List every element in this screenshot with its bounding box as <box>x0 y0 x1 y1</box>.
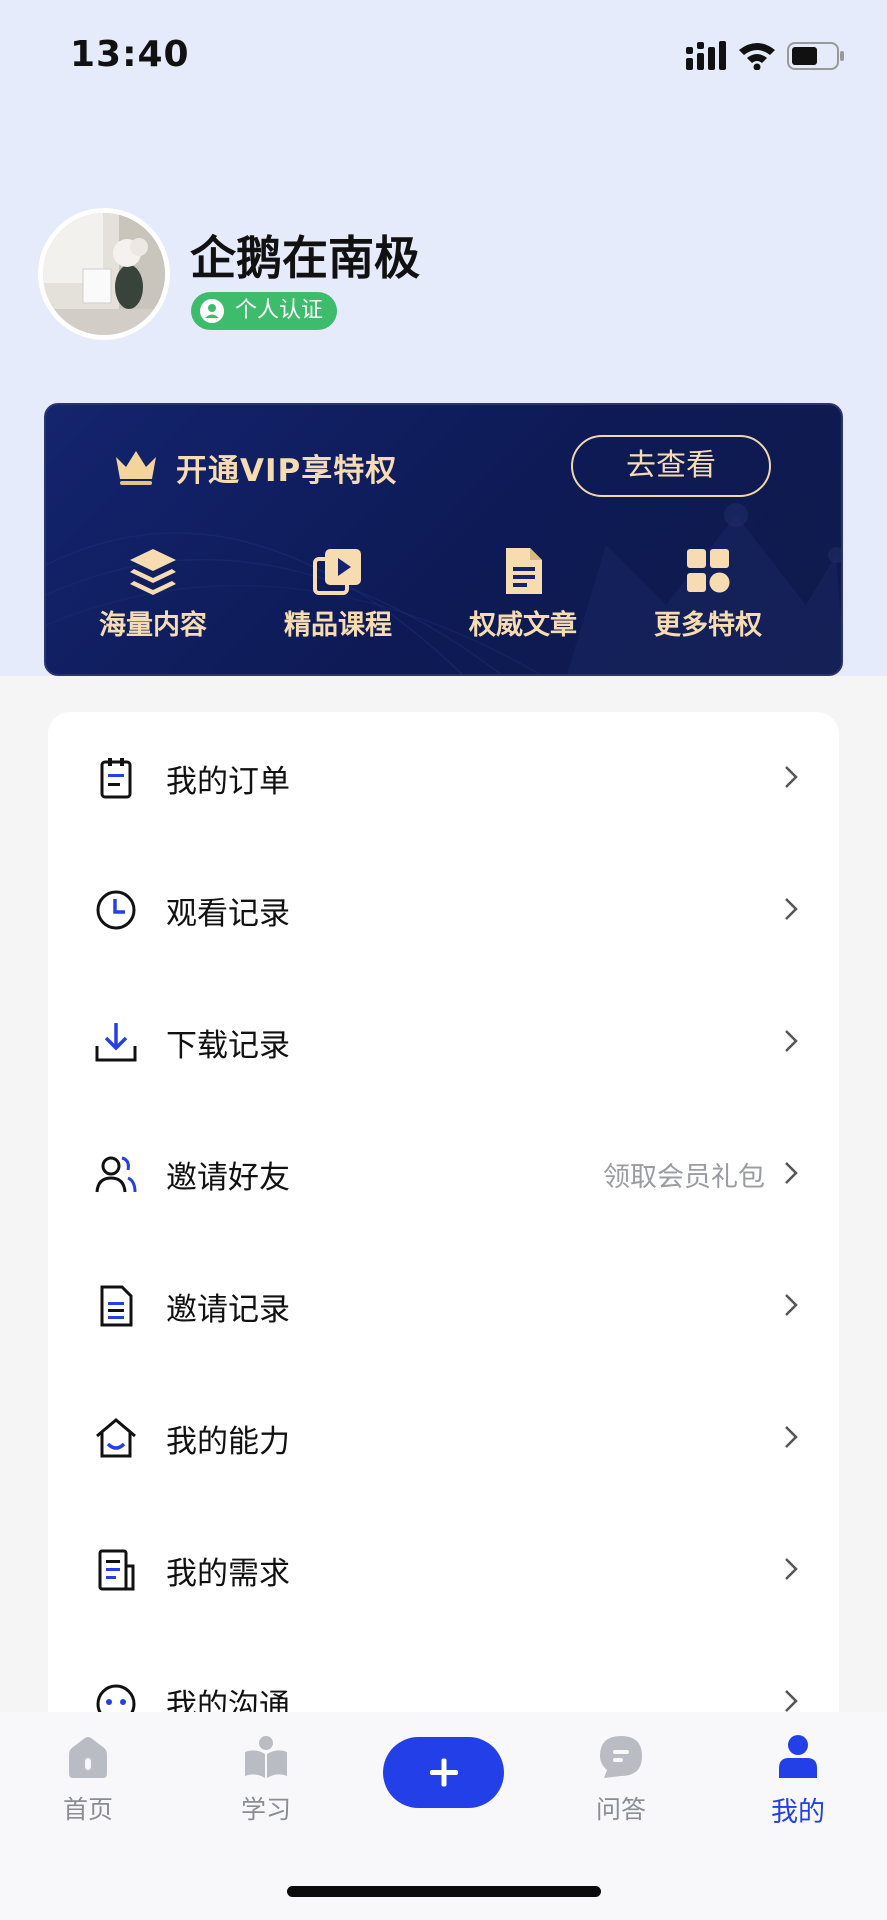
perk-label: 海量内容 <box>99 610 207 641</box>
menu-item-communication[interactable]: 我的沟通 <box>48 1636 839 1712</box>
menu-item-label: 我的订单 <box>166 764 290 800</box>
add-button[interactable] <box>383 1737 504 1808</box>
video-course-icon <box>313 549 361 595</box>
chat-face-icon <box>96 1684 136 1712</box>
grid-icon <box>687 549 730 593</box>
verify-badge[interactable]: 个人认证 <box>191 292 338 330</box>
study-icon <box>245 1736 287 1778</box>
perk-label: 更多特权 <box>654 610 762 641</box>
clock-icon <box>96 890 136 930</box>
perk-article[interactable]: 权威文章 <box>448 545 598 642</box>
status-time: 13:40 <box>70 34 190 75</box>
tab-qa[interactable]: 问答 <box>561 1734 681 1826</box>
perk-course[interactable]: 精品课程 <box>263 545 413 642</box>
chevron-right-icon <box>785 1294 798 1316</box>
menu-item-label: 我的需求 <box>166 1556 290 1592</box>
tab-mine[interactable]: 我的 <box>738 1734 858 1829</box>
avatar[interactable] <box>38 208 170 340</box>
tab-study[interactable]: 学习 <box>206 1734 326 1826</box>
menu-item-orders[interactable]: 我的订单 <box>48 712 839 844</box>
menu-list: 我的订单 观看记录 下载记录 邀请好友 领取会员礼包 邀请记录 我的能力 我的需… <box>48 712 839 1712</box>
vip-title: 开通VIP享特权 <box>176 453 398 489</box>
username: 企鹅在南极 <box>190 231 420 285</box>
friends-icon <box>95 1156 137 1193</box>
tab-label: 问答 <box>595 1795 646 1824</box>
cellular-signal-icon <box>686 41 726 70</box>
chevron-right-icon <box>785 1162 798 1184</box>
home-indicator <box>287 1886 601 1897</box>
crown-icon <box>116 451 156 485</box>
menu-item-downloads[interactable]: 下载记录 <box>48 976 839 1108</box>
avatar-image <box>43 213 165 335</box>
menu-item-label: 下载记录 <box>166 1028 290 1064</box>
layers-icon <box>130 549 176 595</box>
record-file-icon <box>100 1285 133 1327</box>
chevron-right-icon <box>785 1558 798 1580</box>
verify-badge-label: 个人认证 <box>235 298 324 323</box>
menu-item-requests[interactable]: 我的需求 <box>48 1504 839 1636</box>
chevron-right-icon <box>785 1426 798 1448</box>
status-bar: 13:40 <box>0 0 887 110</box>
chevron-right-icon <box>785 1690 798 1712</box>
vip-card[interactable]: 开通VIP享特权 去查看 海量内容 精品课程 权威文章 更多特权 <box>44 403 843 676</box>
chevron-right-icon <box>785 898 798 920</box>
tab-label: 首页 <box>62 1795 113 1824</box>
menu-item-watch-history[interactable]: 观看记录 <box>48 844 839 976</box>
menu-item-label: 我的沟通 <box>166 1688 290 1712</box>
qa-bubble-icon <box>600 1736 642 1778</box>
menu-item-extra: 领取会员礼包 <box>603 1162 765 1193</box>
perk-label: 精品课程 <box>284 610 392 641</box>
menu-item-abilities[interactable]: 我的能力 <box>48 1372 839 1504</box>
perk-content[interactable]: 海量内容 <box>78 545 228 642</box>
tab-label: 学习 <box>240 1795 291 1824</box>
request-doc-icon <box>98 1549 135 1591</box>
download-icon <box>95 1023 137 1062</box>
tab-label: 我的 <box>771 1797 825 1828</box>
wifi-icon <box>739 43 775 70</box>
perk-label: 权威文章 <box>469 610 577 641</box>
home-icon <box>69 1737 107 1778</box>
house-smile-icon <box>96 1418 136 1458</box>
plus-icon <box>430 1758 458 1787</box>
battery-icon <box>787 42 844 70</box>
menu-item-invite-friends[interactable]: 邀请好友 领取会员礼包 <box>48 1108 839 1240</box>
verified-person-icon <box>200 299 224 323</box>
menu-item-label: 我的能力 <box>166 1424 290 1460</box>
menu-item-label: 邀请好友 <box>166 1160 290 1196</box>
tab-home[interactable]: 首页 <box>28 1734 148 1826</box>
vip-view-button[interactable]: 去查看 <box>571 435 771 497</box>
menu-item-label: 观看记录 <box>166 896 290 932</box>
menu-item-label: 邀请记录 <box>166 1292 290 1328</box>
order-clipboard-icon <box>100 758 132 799</box>
perk-more[interactable]: 更多特权 <box>633 545 783 642</box>
menu-item-invite-records[interactable]: 邀请记录 <box>48 1240 839 1372</box>
chevron-right-icon <box>785 766 798 788</box>
avatar-photo-icon <box>43 213 165 335</box>
chevron-right-icon <box>785 1030 798 1052</box>
person-icon <box>779 1735 817 1778</box>
document-icon <box>506 548 542 594</box>
